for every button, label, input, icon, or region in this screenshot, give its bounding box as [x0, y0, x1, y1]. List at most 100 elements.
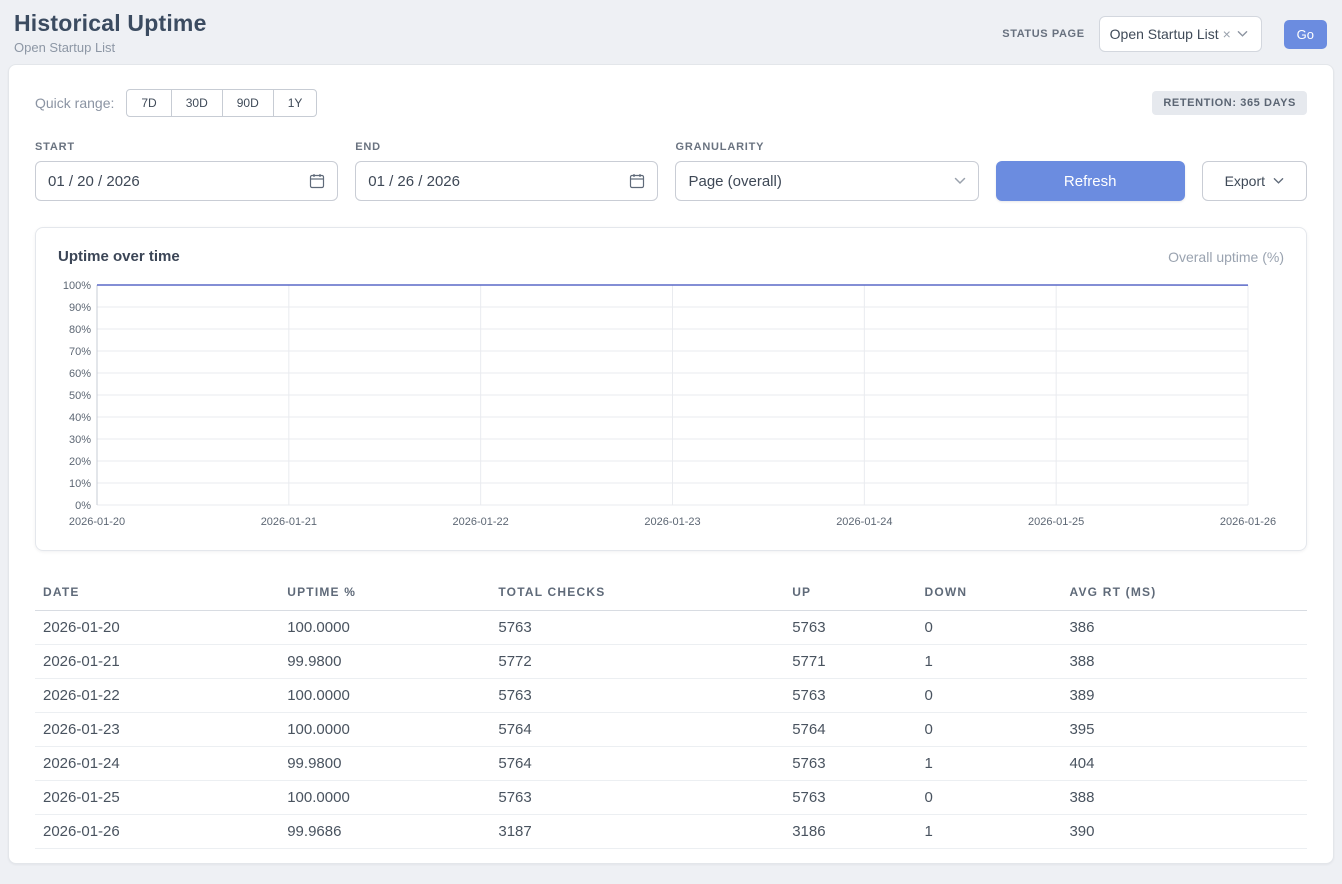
- quick-range-label: Quick range:: [35, 95, 114, 111]
- table-row: 2026-01-23100.0000576457640395: [35, 713, 1307, 747]
- chart-card: Uptime over time Overall uptime (%) 0% 10…: [35, 227, 1307, 551]
- chart-title: Uptime over time: [58, 248, 180, 265]
- chart-header: Uptime over time Overall uptime (%): [58, 248, 1284, 265]
- table-cell: 0: [916, 611, 1061, 645]
- uptime-chart: 0%10%20%30%40%50%60%70%80%90%100%2026-01…: [58, 277, 1284, 537]
- calendar-icon[interactable]: [309, 173, 325, 189]
- end-date-input[interactable]: 01 / 26 / 2026: [355, 161, 658, 201]
- export-button-label: Export: [1225, 173, 1265, 189]
- table-cell: 389: [1061, 679, 1307, 713]
- table-cell: 2026-01-20: [35, 611, 279, 645]
- export-button[interactable]: Export: [1202, 161, 1307, 201]
- svg-text:40%: 40%: [69, 412, 91, 424]
- chart-body: 0%10%20%30%40%50%60%70%80%90%100%2026-01…: [58, 277, 1284, 542]
- quick-range-1y-button[interactable]: 1Y: [273, 89, 318, 117]
- svg-text:2026-01-24: 2026-01-24: [836, 516, 892, 528]
- status-page-select[interactable]: Open Startup List ×: [1099, 16, 1262, 52]
- table-cell: 404: [1061, 747, 1307, 781]
- table-cell: 5763: [490, 611, 784, 645]
- refresh-button[interactable]: Refresh: [996, 161, 1185, 201]
- start-date-label: START: [35, 141, 338, 153]
- svg-text:100%: 100%: [63, 280, 91, 292]
- column-header-total-checks: TOTAL CHECKS: [490, 575, 784, 611]
- svg-text:80%: 80%: [69, 324, 91, 336]
- svg-text:2026-01-23: 2026-01-23: [644, 516, 700, 528]
- status-page-selected-value: Open Startup List: [1110, 26, 1219, 42]
- quick-range-row: Quick range: 7D 30D 90D 1Y RETENTION: 36…: [35, 89, 1307, 117]
- table-cell: 5763: [784, 781, 916, 815]
- quick-range-30d-button[interactable]: 30D: [171, 89, 223, 117]
- table-row: 2026-01-22100.0000576357630389: [35, 679, 1307, 713]
- table-cell: 5764: [490, 713, 784, 747]
- table-cell: 0: [916, 781, 1061, 815]
- granularity-label: GRANULARITY: [675, 141, 978, 153]
- table-cell: 99.9800: [279, 645, 490, 679]
- granularity-field: GRANULARITY Page (overall): [675, 141, 978, 201]
- svg-text:0%: 0%: [75, 500, 91, 512]
- table-cell: 3187: [490, 815, 784, 849]
- table-cell: 386: [1061, 611, 1307, 645]
- table-cell: 0: [916, 713, 1061, 747]
- table-cell: 100.0000: [279, 713, 490, 747]
- table-cell: 100.0000: [279, 781, 490, 815]
- table-row: 2026-01-2699.9686318731861390: [35, 815, 1307, 849]
- chevron-down-icon: [954, 177, 966, 185]
- table-cell: 5763: [784, 611, 916, 645]
- column-header-uptime: UPTIME %: [279, 575, 490, 611]
- table-cell: 395: [1061, 713, 1307, 747]
- svg-text:20%: 20%: [69, 456, 91, 468]
- end-date-label: END: [355, 141, 658, 153]
- page-header: Historical Uptime Open Startup List STAT…: [0, 0, 1342, 64]
- table-cell: 388: [1061, 781, 1307, 815]
- uptime-table-body: 2026-01-20100.00005763576303862026-01-21…: [35, 611, 1307, 849]
- table-cell: 5764: [490, 747, 784, 781]
- table-cell: 2026-01-21: [35, 645, 279, 679]
- svg-text:10%: 10%: [69, 478, 91, 490]
- clear-selection-icon[interactable]: ×: [1223, 27, 1231, 41]
- status-page-label: STATUS PAGE: [1002, 28, 1084, 40]
- table-header-row: DATE UPTIME % TOTAL CHECKS UP DOWN AVG R…: [35, 575, 1307, 611]
- table-cell: 99.9800: [279, 747, 490, 781]
- end-date-value: 01 / 26 / 2026: [368, 173, 460, 190]
- retention-badge: RETENTION: 365 DAYS: [1152, 91, 1307, 115]
- quick-range-group: Quick range: 7D 30D 90D 1Y: [35, 89, 317, 117]
- table-cell: 2026-01-25: [35, 781, 279, 815]
- quick-range-90d-button[interactable]: 90D: [222, 89, 274, 117]
- column-header-date: DATE: [35, 575, 279, 611]
- svg-text:60%: 60%: [69, 368, 91, 380]
- svg-text:2026-01-20: 2026-01-20: [69, 516, 125, 528]
- column-header-down: DOWN: [916, 575, 1061, 611]
- table-cell: 5771: [784, 645, 916, 679]
- table-cell: 2026-01-24: [35, 747, 279, 781]
- svg-text:2026-01-21: 2026-01-21: [261, 516, 317, 528]
- calendar-icon[interactable]: [629, 173, 645, 189]
- table-cell: 5763: [490, 679, 784, 713]
- table-cell: 2026-01-22: [35, 679, 279, 713]
- start-date-field: START 01 / 20 / 2026: [35, 141, 338, 201]
- start-date-input[interactable]: 01 / 20 / 2026: [35, 161, 338, 201]
- table-cell: 100.0000: [279, 679, 490, 713]
- table-cell: 390: [1061, 815, 1307, 849]
- svg-text:70%: 70%: [69, 346, 91, 358]
- table-cell: 2026-01-23: [35, 713, 279, 747]
- controls-row: START 01 / 20 / 2026 END 01 / 26 / 2026 …: [35, 141, 1307, 201]
- chevron-down-icon: [1273, 177, 1284, 185]
- quick-range-7d-button[interactable]: 7D: [126, 89, 171, 117]
- table-cell: 99.9686: [279, 815, 490, 849]
- granularity-select[interactable]: Page (overall): [675, 161, 978, 201]
- table-row: 2026-01-2499.9800576457631404: [35, 747, 1307, 781]
- column-header-up: UP: [784, 575, 916, 611]
- table-row: 2026-01-20100.0000576357630386: [35, 611, 1307, 645]
- quick-range-segmented: 7D 30D 90D 1Y: [126, 89, 317, 117]
- svg-text:30%: 30%: [69, 434, 91, 446]
- granularity-selected-value: Page (overall): [688, 173, 781, 190]
- table-cell: 0: [916, 679, 1061, 713]
- table-row: 2026-01-2199.9800577257711388: [35, 645, 1307, 679]
- svg-text:2026-01-25: 2026-01-25: [1028, 516, 1084, 528]
- svg-text:2026-01-26: 2026-01-26: [1220, 516, 1276, 528]
- go-button[interactable]: Go: [1284, 20, 1327, 49]
- table-cell: 5764: [784, 713, 916, 747]
- header-right: STATUS PAGE Open Startup List × Go: [1002, 16, 1327, 52]
- start-date-value: 01 / 20 / 2026: [48, 173, 140, 190]
- table-cell: 3186: [784, 815, 916, 849]
